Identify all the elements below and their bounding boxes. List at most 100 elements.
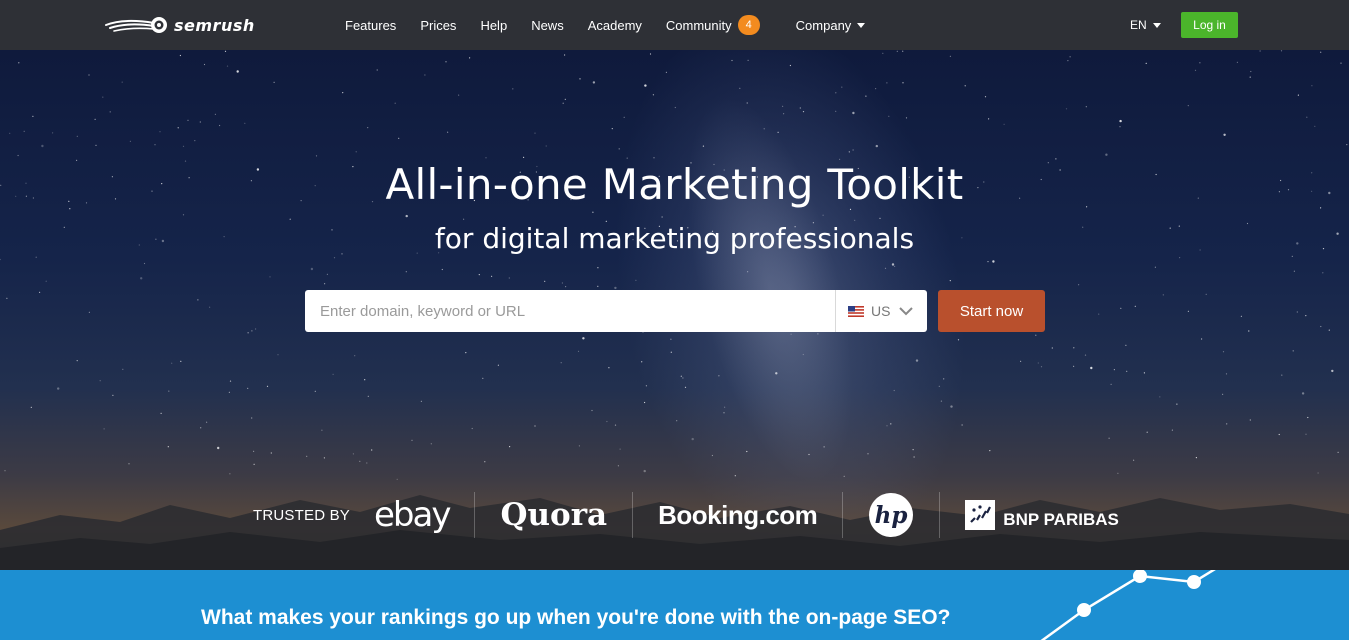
- star: [886, 82, 888, 84]
- star: [822, 214, 824, 216]
- nav-academy[interactable]: Academy: [576, 0, 654, 50]
- hero-title: All-in-one Marketing Toolkit: [385, 160, 964, 209]
- star: [802, 111, 805, 113]
- star: [1297, 94, 1299, 96]
- nav-news[interactable]: News: [519, 0, 576, 50]
- star: [614, 286, 617, 290]
- star: [619, 448, 621, 450]
- star: [6, 297, 8, 299]
- star: [206, 421, 208, 423]
- star: [1084, 354, 1087, 356]
- star: [665, 71, 668, 73]
- star: [95, 144, 97, 146]
- trusted-label: TRUSTED BY: [253, 506, 351, 524]
- star: [912, 449, 914, 451]
- star: [1040, 366, 1043, 368]
- star: [711, 454, 714, 457]
- star: [277, 354, 279, 356]
- star: [835, 92, 837, 94]
- star: [1073, 365, 1075, 367]
- star: [875, 144, 878, 148]
- star: [534, 425, 536, 427]
- login-button[interactable]: Log in: [1181, 12, 1238, 38]
- star: [591, 409, 593, 412]
- star: [1281, 374, 1283, 376]
- search-input[interactable]: [305, 290, 835, 332]
- star: [497, 364, 499, 366]
- star: [626, 157, 628, 159]
- star: [129, 140, 131, 142]
- star: [691, 437, 694, 441]
- star: [57, 387, 60, 390]
- star: [332, 373, 334, 375]
- star: [1194, 69, 1197, 71]
- star: [545, 145, 547, 147]
- caret-down-icon: [1152, 22, 1161, 28]
- star: [565, 286, 567, 288]
- star: [623, 116, 625, 118]
- star: [777, 131, 779, 133]
- star: [420, 400, 422, 402]
- star: [469, 57, 471, 59]
- star: [1020, 360, 1022, 362]
- start-now-button[interactable]: Start now: [938, 290, 1045, 332]
- star: [194, 140, 196, 142]
- star: [670, 338, 672, 340]
- star: [18, 62, 20, 64]
- star: [523, 156, 525, 158]
- us-flag-icon: [848, 305, 864, 317]
- nav-help[interactable]: Help: [468, 0, 519, 50]
- star: [682, 377, 684, 379]
- logo-text: semrush: [174, 15, 255, 35]
- semrush-logo[interactable]: semrush: [104, 14, 255, 36]
- star: [989, 450, 991, 452]
- star: [702, 145, 705, 147]
- star: [471, 427, 473, 430]
- nav-prices[interactable]: Prices: [408, 0, 468, 50]
- star: [1085, 106, 1087, 108]
- hp-logo: hp: [868, 492, 914, 538]
- star: [23, 130, 25, 132]
- language-selector[interactable]: EN: [1130, 0, 1161, 50]
- nav-label: Help: [480, 17, 508, 33]
- star: [35, 256, 37, 258]
- star: [957, 339, 960, 341]
- star: [122, 368, 124, 370]
- star: [94, 118, 96, 120]
- star: [1125, 344, 1127, 346]
- star: [915, 359, 919, 362]
- star: [823, 446, 825, 448]
- star: [491, 275, 493, 277]
- star: [478, 274, 480, 276]
- star: [1320, 325, 1322, 328]
- star: [763, 128, 765, 130]
- star: [1236, 61, 1238, 63]
- star: [508, 277, 510, 279]
- nav-features[interactable]: Features: [333, 0, 408, 50]
- star: [817, 333, 819, 335]
- star: [1126, 370, 1128, 372]
- nav-community[interactable]: Community 4: [654, 0, 772, 50]
- star: [902, 82, 904, 84]
- star: [1065, 108, 1068, 110]
- star: [9, 132, 11, 134]
- star: [614, 424, 617, 426]
- star: [314, 390, 316, 392]
- divider: [632, 492, 634, 538]
- star: [875, 88, 877, 90]
- star: [1098, 313, 1100, 315]
- nav-label: Features: [345, 17, 397, 33]
- booking-logo: Booking.com: [658, 499, 818, 530]
- star: [1205, 293, 1207, 295]
- star: [405, 271, 407, 273]
- star: [943, 378, 945, 380]
- star: [961, 424, 963, 426]
- star: [197, 299, 199, 301]
- star: [1337, 451, 1339, 453]
- star: [1291, 255, 1293, 257]
- nav-company[interactable]: Company: [772, 0, 878, 50]
- star: [670, 351, 672, 353]
- star: [447, 131, 449, 133]
- database-selector[interactable]: US: [835, 290, 927, 332]
- star: [1073, 347, 1075, 349]
